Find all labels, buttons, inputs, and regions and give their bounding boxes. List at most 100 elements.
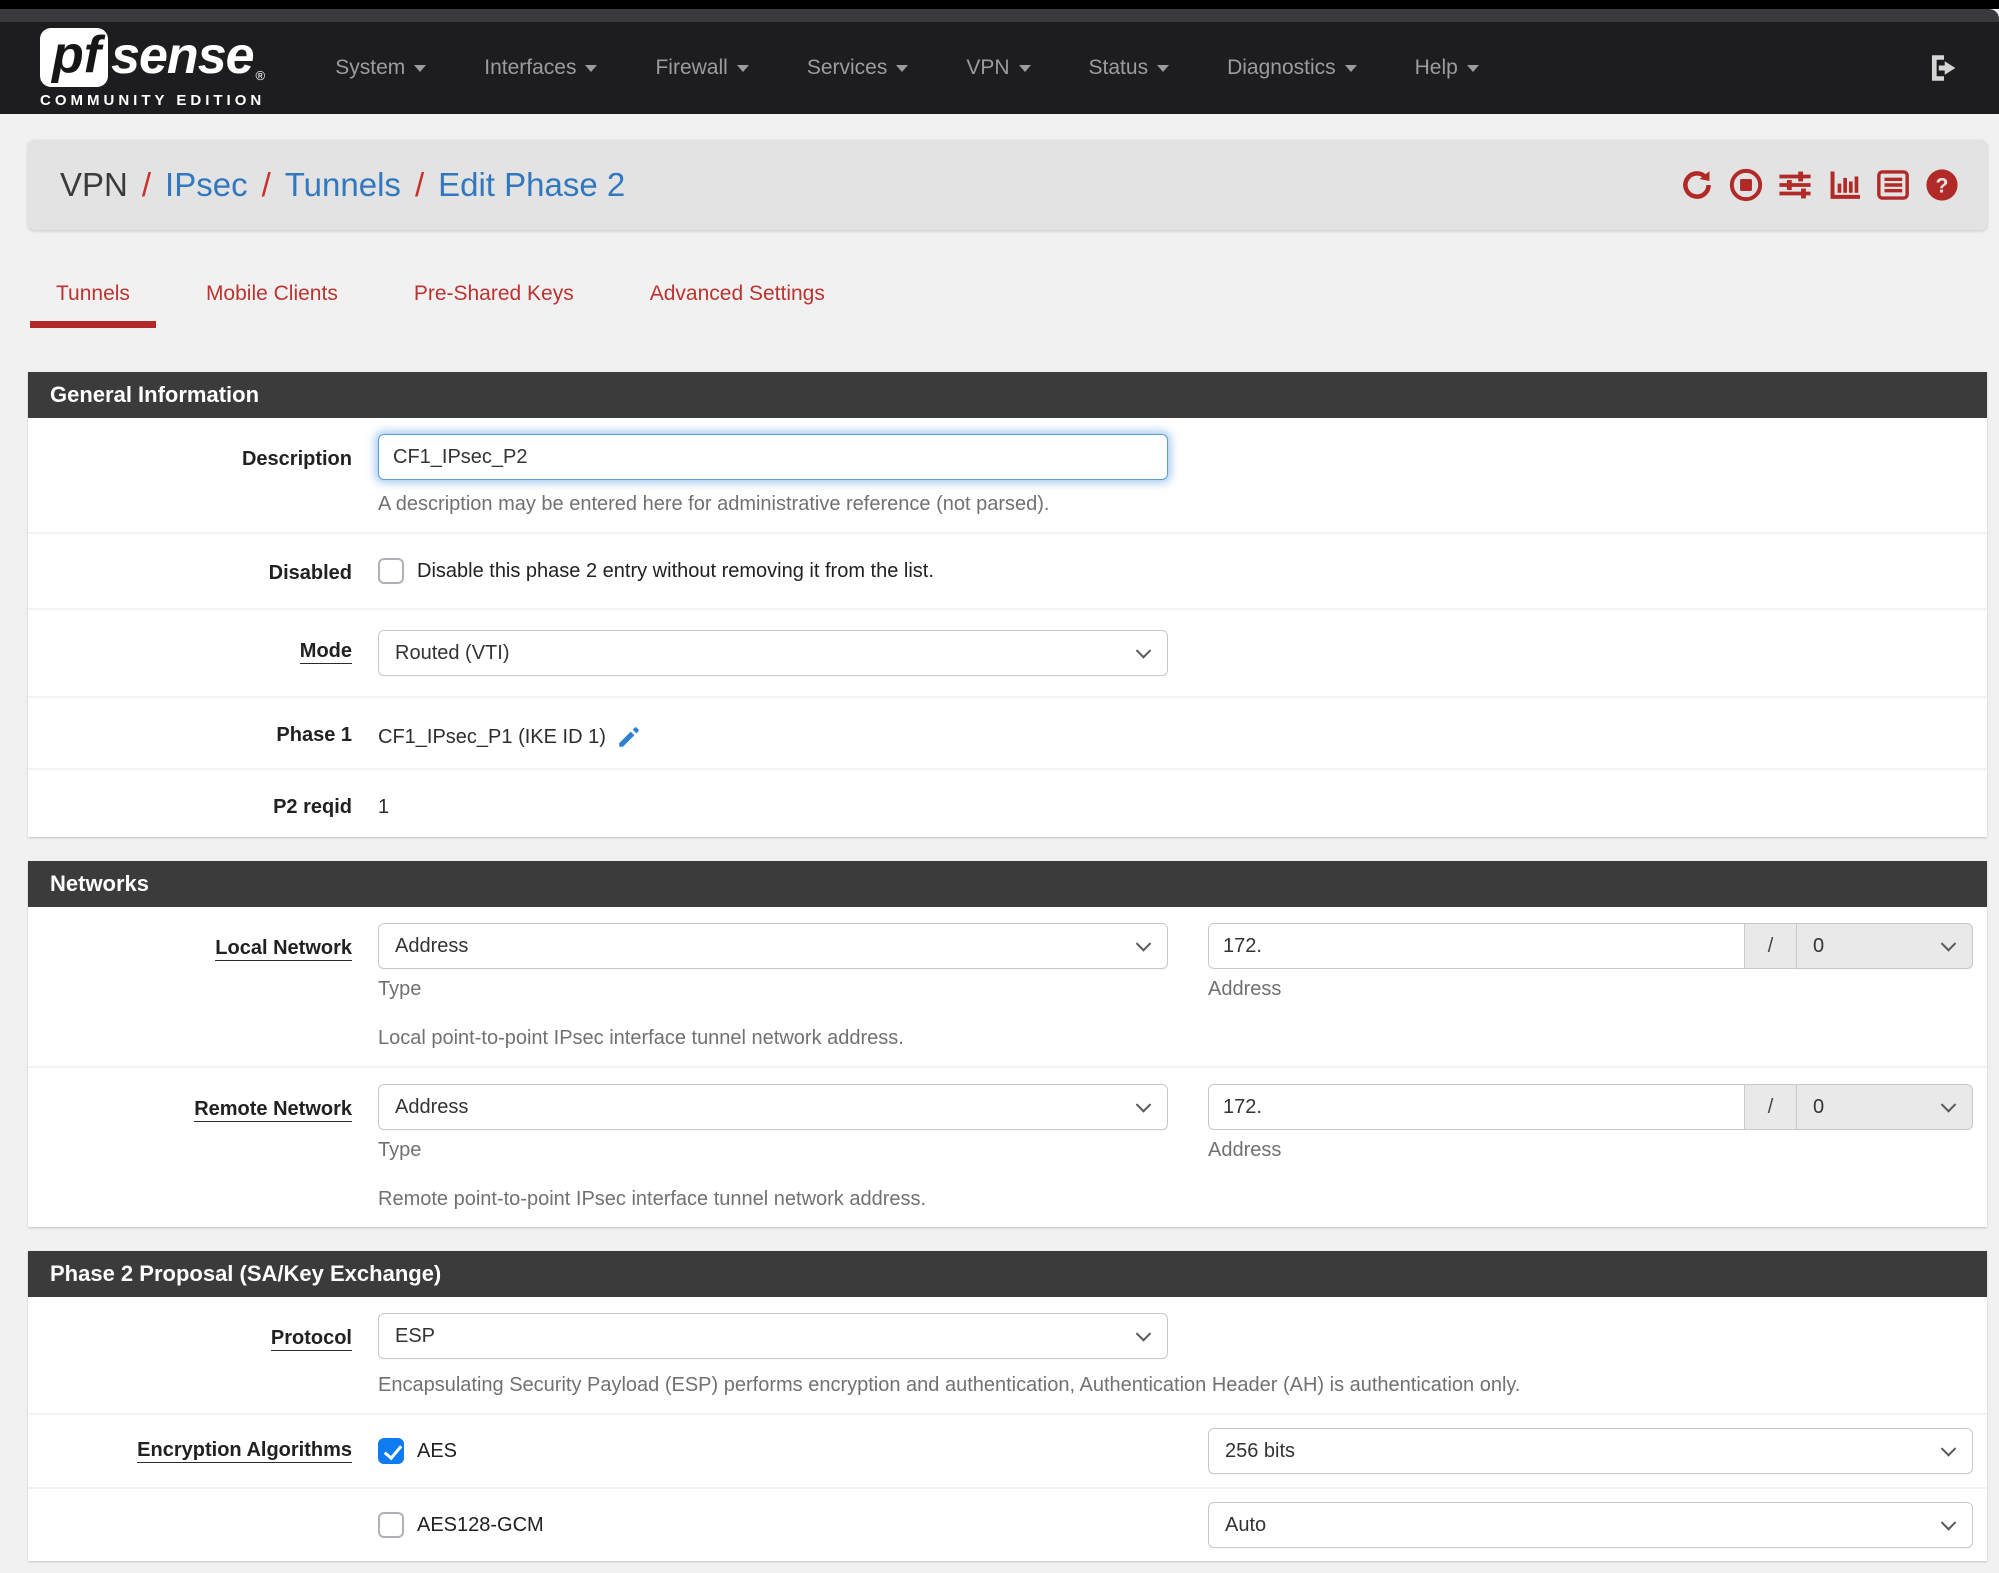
- local-type-caption: Type: [378, 978, 422, 1000]
- aes128-gcm-keylen-select[interactable]: Auto: [1208, 1502, 1973, 1548]
- aes-checkbox-label: AES: [417, 1439, 458, 1462]
- top-navbar: pf sense ® COMMUNITY EDITION System Inte…: [0, 22, 1999, 114]
- row-protocol: Protocol ESP Encapsulating Security Payl…: [28, 1297, 1987, 1415]
- list-icon[interactable]: [1876, 168, 1910, 202]
- chevron-down-icon: [1940, 1097, 1957, 1113]
- chevron-down-icon: [1135, 1097, 1152, 1113]
- aes128-gcm-checkbox-label: AES128-GCM: [417, 1513, 544, 1536]
- nav-item-vpn[interactable]: VPN: [944, 42, 1052, 94]
- encryption-algorithms-label: Encryption Algorithms: [137, 1439, 352, 1463]
- window-chrome-top: [0, 0, 1999, 9]
- chevron-down-icon: [1940, 936, 1957, 952]
- caret-down-icon: [1344, 64, 1357, 72]
- breadcrumb: VPN / IPsec / Tunnels / Edit Phase 2: [60, 166, 626, 204]
- local-network-label: Local Network: [215, 937, 352, 961]
- stop-circle-icon[interactable]: [1729, 168, 1763, 202]
- disabled-checkbox-label: Disable this phase 2 entry without remov…: [417, 559, 934, 582]
- section-tabs: Tunnels Mobile Clients Pre-Shared Keys A…: [30, 282, 1999, 328]
- caret-down-icon: [896, 64, 909, 72]
- tab-pre-shared-keys[interactable]: Pre-Shared Keys: [388, 282, 600, 328]
- description-label: Description: [241, 448, 352, 470]
- slash-addon: /: [1745, 923, 1797, 969]
- phase1-label: Phase 1: [276, 724, 352, 746]
- row-description: Description A description may be entered…: [28, 418, 1987, 534]
- tab-advanced-settings[interactable]: Advanced Settings: [624, 282, 851, 328]
- local-address-caption: Address: [1208, 978, 1282, 1000]
- logo-pf: pf: [40, 27, 109, 87]
- remote-prefix-select[interactable]: 0: [1797, 1084, 1973, 1130]
- row-p2reqid: P2 reqid 1: [28, 770, 1987, 837]
- chevron-down-icon: [1135, 936, 1152, 952]
- remote-type-caption: Type: [378, 1139, 422, 1161]
- logo-sense: sense: [111, 26, 254, 85]
- nav-item-services[interactable]: Services: [785, 42, 931, 94]
- sign-out-icon[interactable]: [1927, 51, 1961, 85]
- mode-select[interactable]: Routed (VTI): [378, 630, 1168, 676]
- page-action-icons: ?: [1680, 168, 1959, 202]
- local-network-help: Local point-to-point IPsec interface tun…: [378, 1027, 904, 1049]
- row-encryption-aes128gcm: AES128-GCM Auto: [28, 1489, 1987, 1561]
- pfsense-logo[interactable]: pf sense ® COMMUNITY EDITION: [40, 26, 266, 109]
- chevron-down-icon: [1940, 1441, 1957, 1457]
- remote-network-label: Remote Network: [194, 1098, 352, 1122]
- breadcrumb-ipsec[interactable]: IPsec: [165, 166, 248, 204]
- remote-address-input[interactable]: [1208, 1084, 1745, 1130]
- bar-chart-icon[interactable]: [1827, 168, 1861, 202]
- local-address-input[interactable]: [1208, 923, 1745, 969]
- panel-phase2-proposal: Phase 2 Proposal (SA/Key Exchange) Proto…: [28, 1251, 1987, 1561]
- protocol-select[interactable]: ESP: [378, 1313, 1168, 1359]
- nav-item-system[interactable]: System: [313, 42, 448, 94]
- row-mode: Mode Routed (VTI): [28, 610, 1987, 698]
- slash-addon: /: [1745, 1084, 1797, 1130]
- aes-keylen-select[interactable]: 256 bits: [1208, 1428, 1973, 1474]
- refresh-icon[interactable]: [1680, 168, 1714, 202]
- chevron-down-icon: [1940, 1515, 1957, 1531]
- panel-title: Networks: [28, 861, 1987, 907]
- panel-general-information: General Information Description A descri…: [28, 372, 1987, 837]
- panel-networks: Networks Local Network Address Type / 0 …: [28, 861, 1987, 1227]
- disabled-checkbox[interactable]: [378, 558, 404, 584]
- remote-network-help: Remote point-to-point IPsec interface tu…: [378, 1188, 927, 1210]
- nav-item-firewall[interactable]: Firewall: [633, 42, 770, 94]
- local-network-type-select[interactable]: Address: [378, 923, 1168, 969]
- logo-registered-mark: ®: [255, 67, 266, 83]
- breadcrumb-vpn: VPN: [60, 166, 128, 203]
- nav-item-status[interactable]: Status: [1067, 42, 1192, 94]
- window-chrome-strip: [0, 9, 1999, 22]
- row-disabled: Disabled Disable this phase 2 entry with…: [28, 534, 1987, 610]
- caret-down-icon: [1466, 64, 1479, 72]
- edit-pencil-icon[interactable]: [616, 724, 642, 750]
- aes-checkbox[interactable]: [378, 1438, 404, 1464]
- nav-item-interfaces[interactable]: Interfaces: [462, 42, 619, 94]
- p2reqid-label: P2 reqid: [273, 796, 352, 818]
- panel-title: Phase 2 Proposal (SA/Key Exchange): [28, 1251, 1987, 1297]
- remote-address-caption: Address: [1208, 1139, 1282, 1161]
- help-icon[interactable]: ?: [1925, 168, 1959, 202]
- nav-item-help[interactable]: Help: [1393, 42, 1501, 94]
- protocol-help: Encapsulating Security Payload (ESP) per…: [378, 1374, 1521, 1396]
- breadcrumb-tunnels[interactable]: Tunnels: [285, 166, 401, 204]
- caret-down-icon: [585, 64, 598, 72]
- breadcrumb-edit-phase-2[interactable]: Edit Phase 2: [438, 166, 625, 204]
- local-prefix-select[interactable]: 0: [1797, 923, 1973, 969]
- row-phase1: Phase 1 CF1_IPsec_P1 (IKE ID 1): [28, 698, 1987, 770]
- row-local-network: Local Network Address Type / 0 Address L…: [28, 907, 1987, 1068]
- tab-tunnels[interactable]: Tunnels: [30, 282, 156, 328]
- phase1-value: CF1_IPsec_P1 (IKE ID 1): [378, 725, 606, 748]
- tab-mobile-clients[interactable]: Mobile Clients: [180, 282, 364, 328]
- nav-item-diagnostics[interactable]: Diagnostics: [1205, 42, 1379, 94]
- chevron-down-icon: [1135, 1326, 1152, 1342]
- disabled-label: Disabled: [268, 562, 352, 584]
- chevron-down-icon: [1135, 643, 1152, 659]
- description-input[interactable]: [378, 434, 1168, 480]
- sliders-icon[interactable]: [1778, 168, 1812, 202]
- breadcrumb-bar: VPN / IPsec / Tunnels / Edit Phase 2 ?: [28, 140, 1987, 230]
- caret-down-icon: [414, 64, 427, 72]
- aes128-gcm-checkbox[interactable]: [378, 1512, 404, 1538]
- row-encryption-aes: Encryption Algorithms AES 256 bits: [28, 1415, 1987, 1489]
- remote-network-type-select[interactable]: Address: [378, 1084, 1168, 1130]
- p2reqid-value: 1: [378, 796, 390, 818]
- caret-down-icon: [736, 64, 749, 72]
- mode-label: Mode: [299, 640, 352, 664]
- caret-down-icon: [1018, 64, 1031, 72]
